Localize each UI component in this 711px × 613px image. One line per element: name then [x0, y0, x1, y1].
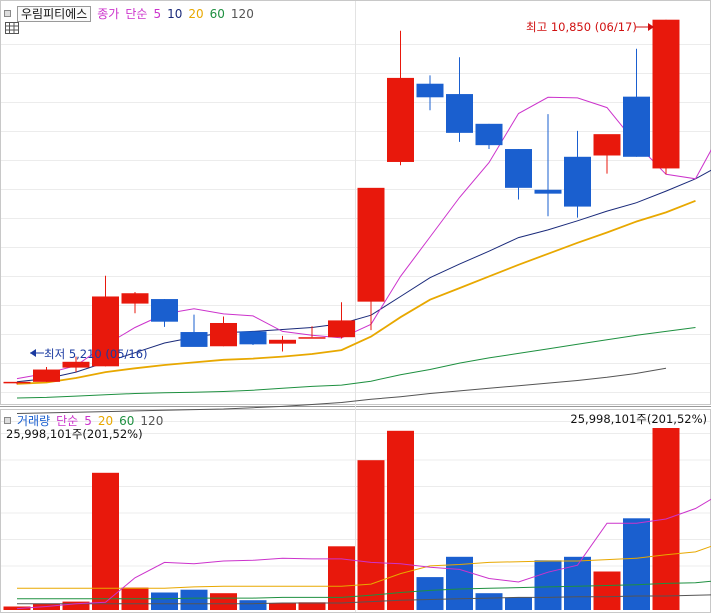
candle-body	[534, 189, 562, 194]
candle-body	[180, 332, 208, 347]
candle-body	[151, 299, 178, 322]
candle-body	[210, 322, 237, 347]
ma-type: 단순	[125, 7, 148, 21]
volume-bar	[505, 597, 532, 610]
candle-body	[298, 337, 326, 339]
volume-bar	[180, 589, 208, 610]
collapse-icon[interactable]	[4, 10, 11, 17]
volume-bar	[475, 593, 503, 610]
volume-bar	[416, 577, 444, 610]
volume-bar	[92, 472, 119, 610]
ma-period-60: 60	[209, 6, 225, 21]
vma-period-120: 120	[140, 413, 164, 428]
table-grid-icon[interactable]	[5, 22, 19, 34]
volume-bar	[593, 571, 621, 610]
price-legend: 우림피티에스 종가 단순 5 10 20 60 120	[4, 5, 254, 22]
low-annotation: 최저 5,210 (05/16)	[44, 347, 148, 361]
candle-body	[121, 293, 149, 304]
volume-bar	[534, 560, 562, 610]
ma-period-5: 5	[153, 6, 162, 21]
candle-body	[62, 361, 90, 368]
stock-name[interactable]: 우림피티에스	[17, 5, 92, 22]
price-label: 종가	[97, 7, 120, 21]
candle-body	[475, 123, 503, 146]
candle-body	[564, 156, 591, 207]
volume-collapse-icon[interactable]	[4, 417, 11, 424]
volume-bar	[239, 600, 267, 610]
ma-period-20: 20	[188, 6, 204, 21]
volume-bar	[357, 460, 385, 610]
candle-body	[239, 331, 267, 345]
candle-body	[446, 94, 473, 133]
high-annotation: 최고 10,850 (06/17)	[526, 20, 637, 34]
ma-period-120: 120	[230, 6, 254, 21]
volume-current-left: 25,998,101주(201,52%)	[6, 427, 143, 441]
candle-body	[505, 149, 532, 188]
candle-body	[416, 83, 444, 98]
low-arrow-head	[30, 349, 36, 357]
volume-bar	[210, 593, 237, 610]
candle-body	[328, 320, 355, 338]
candle-body	[33, 369, 60, 382]
volume-bar	[151, 592, 178, 610]
candle-body	[652, 19, 680, 169]
volume-current-right: 25,998,101주(201,52%)	[570, 412, 707, 426]
candle-body	[357, 187, 385, 302]
stock-chart[interactable]: 우림피티에스 종가 단순 5 10 20 60 120 거래량 단순 5 20 …	[0, 0, 711, 613]
chart-canvas[interactable]	[0, 0, 711, 613]
ma-period-10: 10	[167, 6, 183, 21]
volume-bar	[387, 430, 414, 610]
candle-body	[3, 381, 31, 384]
volume-bar	[328, 546, 355, 610]
candle-body	[269, 339, 296, 344]
candle-body	[623, 96, 650, 157]
volume-bar	[269, 603, 296, 610]
candle-body	[593, 134, 621, 156]
candle-body	[387, 77, 414, 162]
